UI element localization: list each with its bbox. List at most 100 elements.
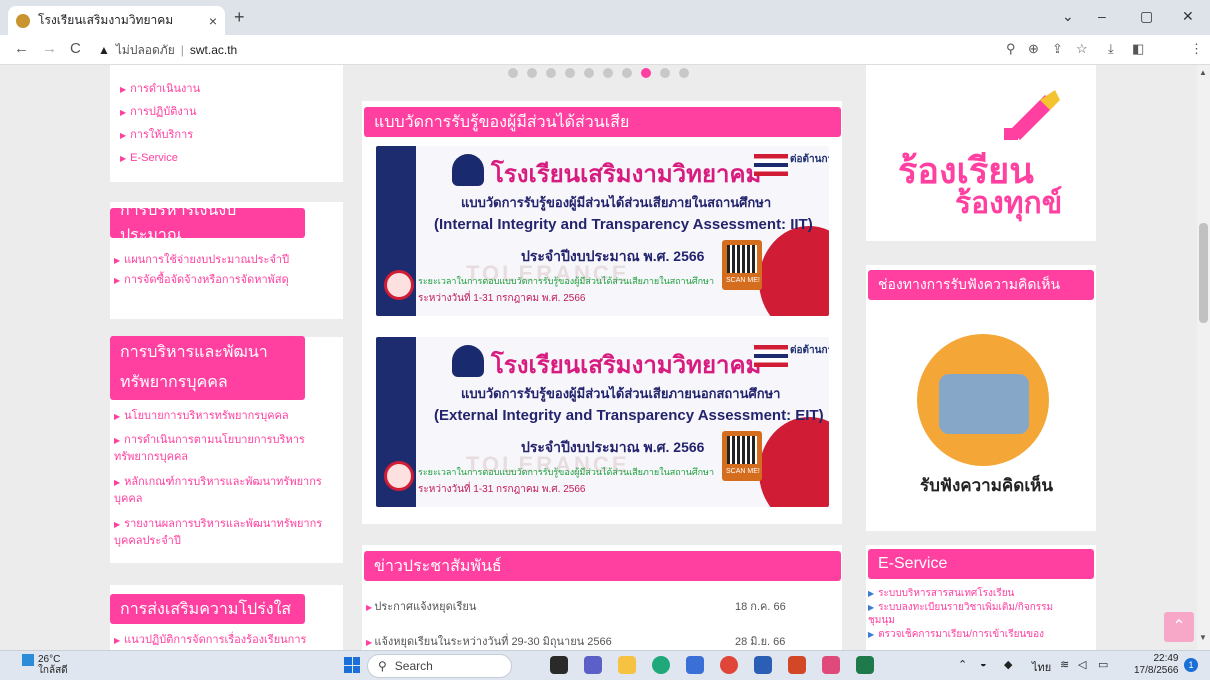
tab-title: โรงเรียนเสริมงามวิทยาคม <box>38 13 174 27</box>
tray-app-icon[interactable]: ◒ <box>980 658 987 670</box>
store-icon[interactable] <box>686 656 704 674</box>
carousel-dot[interactable] <box>641 68 651 78</box>
thai-flag-icon <box>754 345 788 367</box>
link-school-info-system[interactable]: ▶ ระบบบริหารสารสนเทศโรงเรียน <box>868 587 1014 600</box>
battery-icon[interactable]: ▭ <box>1098 658 1108 671</box>
banner-school-name: โรงเรียนเสริมงามวิทยาคม <box>491 161 762 188</box>
banner-dates: ระหว่างวันที่ 1-31 กรกฎาคม พ.ศ. 2566 <box>418 293 586 304</box>
new-tab-button[interactable]: + <box>234 7 245 28</box>
taskbar-search[interactable]: ⚲ Search <box>367 654 512 678</box>
tab-bar: โรงเรียนเสริมงามวิทยาคม × + ⌄ – ▢ ✕ <box>0 0 1210 35</box>
link-hr-policy[interactable]: ▶ นโยบายการบริหารทรัพยากรบุคคล <box>114 408 289 425</box>
carousel-dot[interactable] <box>508 68 518 78</box>
back-to-top-button[interactable]: ⌃ <box>1164 612 1194 642</box>
chrome-icon[interactable] <box>720 656 738 674</box>
link-budget-plan[interactable]: ▶ แผนการใช้จ่ายงบประมาณประจำปี <box>114 252 289 269</box>
link-practice[interactable]: ▶ การปฏิบัติงาน <box>120 104 196 121</box>
carousel-dot[interactable] <box>679 68 689 78</box>
tray-chevron-icon[interactable]: ⌃ <box>958 658 967 671</box>
carousel-dot[interactable] <box>622 68 632 78</box>
file-explorer-icon[interactable] <box>618 656 636 674</box>
thai-flag-icon <box>754 154 788 176</box>
notification-badge[interactable]: 1 <box>1184 658 1198 672</box>
school-logo-icon <box>452 154 484 186</box>
tray-color-icon[interactable]: ◆ <box>1004 658 1012 671</box>
link-hr-criteria[interactable]: ▶ หลักเกณฑ์การบริหารและพัฒนาทรัพยากร บุคคล <box>114 474 322 507</box>
news-item[interactable]: ▶ ประกาศแจ้งหยุดเรียน <box>366 597 476 615</box>
banner-eit[interactable]: TOLERANCE โรงเรียนเสริมงามวิทยาคม ต่อต้า… <box>376 337 829 507</box>
link-complaint-guideline[interactable]: ▶ แนวปฏิบัติการจัดการเรื่องร้องเรียนการ <box>114 632 306 649</box>
forward-button[interactable]: → <box>42 40 57 57</box>
maximize-button[interactable]: ▢ <box>1140 8 1153 25</box>
scroll-up-icon[interactable]: ▲ <box>1199 68 1207 77</box>
share-icon[interactable]: ⇪ <box>1052 41 1063 57</box>
bookmark-star-icon[interactable]: ☆ <box>1076 41 1088 57</box>
scroll-down-icon[interactable]: ▼ <box>1199 633 1207 642</box>
close-window-button[interactable]: ✕ <box>1182 8 1194 25</box>
weather-widget[interactable]: 26°C ใกล้สดี <box>22 654 68 676</box>
banner-period: ระยะเวลาในการตอบแบบวัดการรับรู้ของผู้มีส… <box>418 467 715 477</box>
address-bar[interactable]: ▲ ไม่ปลอดภัย | swt.ac.th <box>98 39 998 61</box>
anti-corruption-label: ต่อต้านการทุจริต <box>790 154 829 165</box>
carousel-dot[interactable] <box>584 68 594 78</box>
school-logo-icon <box>452 345 484 377</box>
back-button[interactable]: ← <box>14 40 29 57</box>
reload-button[interactable]: C <box>70 40 81 57</box>
carousel-dot[interactable] <box>660 68 670 78</box>
banner-fiscal-year: ประจำปีงบประมาณ พ.ศ. 2566 <box>521 248 705 264</box>
word-icon[interactable] <box>754 656 772 674</box>
not-secure-label: ไม่ปลอดภัย <box>115 42 175 57</box>
browser-tab[interactable]: โรงเรียนเสริมงามวิทยาคม × <box>8 6 225 35</box>
banner-subtitle: แบบวัดการรับรู้ของผู้มีส่วนได้ส่วนเสียภา… <box>461 386 781 401</box>
scrollbar-thumb[interactable] <box>1199 223 1208 323</box>
news-item[interactable]: ▶ แจ้งหยุดเรียนในระหว่างวันที่ 29-30 มิถ… <box>366 632 612 650</box>
zoom-icon[interactable]: ⊕ <box>1028 41 1039 57</box>
hr-heading: การบริหารและพัฒนา ทรัพยากรบุคคล <box>110 336 305 400</box>
menu-icon[interactable]: ⋮ <box>1190 41 1203 57</box>
opinion-people-icon[interactable] <box>917 334 1049 466</box>
link-operations[interactable]: ▶ การดำเนินงาน <box>120 81 200 98</box>
megaphone-icon <box>1004 90 1060 140</box>
banner-decor <box>759 417 829 507</box>
link-attendance-check[interactable]: ▶ ตรวจเช็คการมาเรียน/การเข้าเรียนของ <box>868 628 1044 646</box>
eservice-heading: E-Service <box>868 549 1094 579</box>
opinion-label[interactable]: รับฟังความคิดเห็น <box>920 472 1053 499</box>
start-button[interactable] <box>344 657 360 673</box>
link-hr-implementation[interactable]: ▶ การดำเนินการตามนโยบายการบริหาร ทรัพยากรบ… <box>114 432 305 465</box>
link-course-registration[interactable]: ▶ ระบบลงทะเบียนรายวิชาเพิ่มเติม/กิจกรรม ชุ… <box>868 601 1053 627</box>
banner-school-name: โรงเรียนเสริมงามวิทยาคม <box>491 352 762 379</box>
language-indicator[interactable]: ไทย <box>1032 658 1051 676</box>
app-icon[interactable] <box>822 656 840 674</box>
anti-corruption-label: ต่อต้านการทุจริต <box>790 345 829 356</box>
search-icon[interactable]: ⚲ <box>1006 41 1016 57</box>
powerpoint-icon[interactable] <box>788 656 806 674</box>
line-icon[interactable] <box>856 656 874 674</box>
url-separator: | <box>180 43 184 57</box>
news-heading: ข่าวประชาสัมพันธ์ <box>364 551 841 581</box>
system-clock[interactable]: 22:49 17/8/2566 <box>1134 653 1179 677</box>
wifi-icon[interactable]: ≋ <box>1060 658 1069 671</box>
carousel-dot[interactable] <box>603 68 613 78</box>
edge-icon[interactable] <box>652 656 670 674</box>
volume-icon[interactable]: ◁ <box>1078 658 1086 671</box>
link-services[interactable]: ▶ การให้บริการ <box>120 127 193 144</box>
minimize-button[interactable]: – <box>1098 8 1106 24</box>
carousel-dot[interactable] <box>546 68 556 78</box>
tab-search-icon[interactable]: ⌄ <box>1062 8 1074 25</box>
task-view-icon[interactable] <box>550 656 568 674</box>
banner-iit[interactable]: TOLERANCE โรงเรียนเสริมงามวิทยาคม ต่อต้า… <box>376 146 829 316</box>
carousel-dot[interactable] <box>527 68 537 78</box>
link-hr-report[interactable]: ▶ รายงานผลการบริหารและพัฒนาทรัพยากร บุคคลป… <box>114 516 322 549</box>
transparency-heading: การส่งเสริมความโปร่งใส <box>110 594 305 624</box>
carousel-dot[interactable] <box>565 68 575 78</box>
chat-icon[interactable] <box>584 656 602 674</box>
close-tab-icon[interactable]: × <box>209 13 217 29</box>
news-date: 18 ก.ค. 66 <box>735 601 786 613</box>
favicon-icon <box>16 13 30 28</box>
link-procurement[interactable]: ▶ การจัดซื้อจัดจ้างหรือการจัดหาพัสดุ <box>114 272 289 289</box>
link-eservice[interactable]: ▶ E-Service <box>120 150 178 167</box>
complaint-line2[interactable]: ร้องทุกข์ <box>955 180 1062 227</box>
side-panel-icon[interactable]: ◧ <box>1132 41 1144 57</box>
page-scrollbar[interactable]: ▲ ▼ <box>1197 65 1210 650</box>
download-icon[interactable]: ⤓ <box>1108 41 1114 57</box>
